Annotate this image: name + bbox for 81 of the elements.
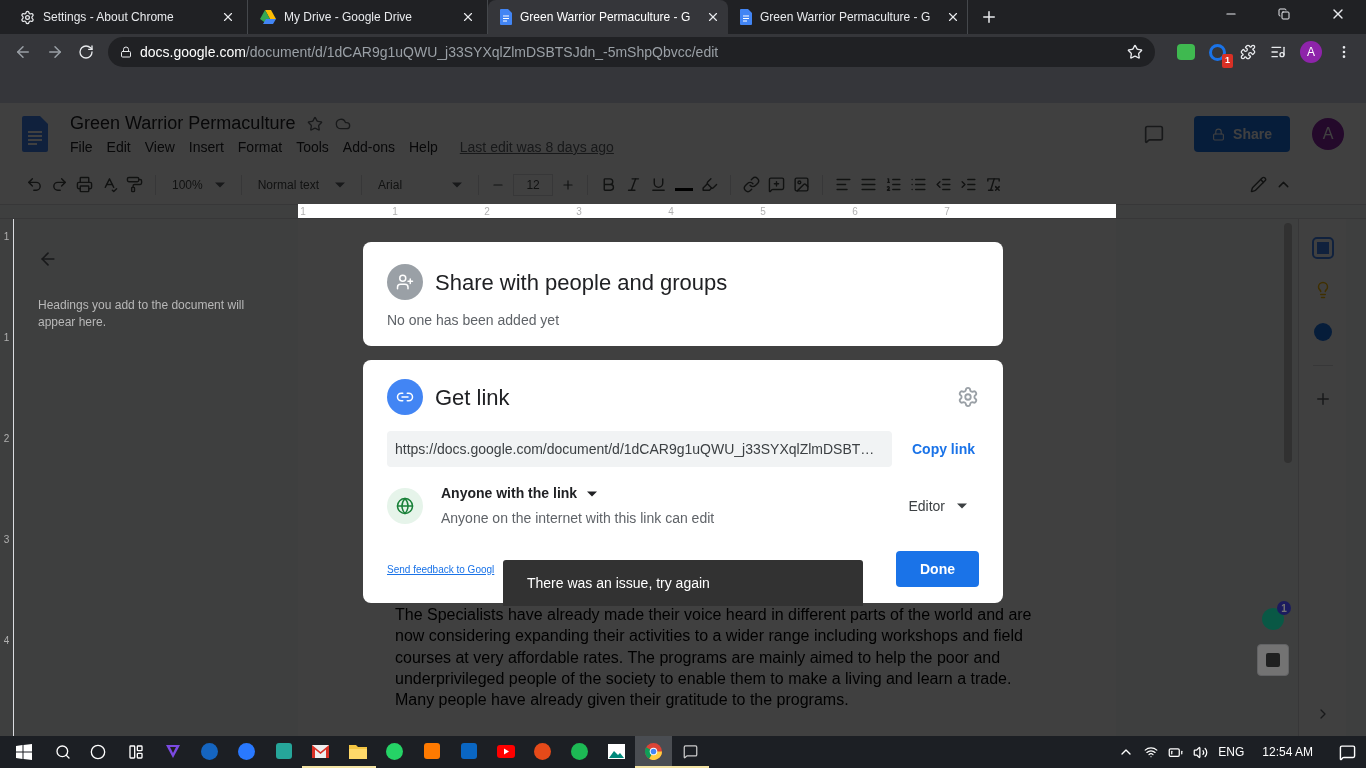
access-description: Anyone on the internet with this link can edit: [441, 509, 716, 528]
close-icon[interactable]: [461, 10, 475, 24]
ruler-number: 2: [3, 432, 10, 446]
ruler-number: 6: [851, 204, 859, 219]
outline-hint: Headings you add to the document will appear here.: [38, 297, 246, 331]
forward-icon[interactable]: [46, 43, 64, 61]
bookmark-star-icon[interactable]: [1127, 44, 1143, 60]
clock[interactable]: 12:54 AM: [1262, 743, 1313, 761]
browser-tab[interactable]: Green Warrior Permaculture - G: [488, 0, 728, 34]
ruler-number: 1: [299, 204, 307, 219]
ruler-number: 3: [575, 204, 583, 219]
wifi-icon[interactable]: [1144, 745, 1159, 759]
ruler-number: 1: [391, 204, 399, 219]
globe-icon: [387, 488, 423, 524]
tab-title: Settings - About Chrome: [43, 9, 174, 26]
drive-icon: [260, 10, 276, 24]
mail-icon: [312, 744, 329, 758]
chat-icon: [683, 743, 698, 759]
play-icon: [496, 744, 515, 758]
document-icon: [500, 9, 512, 25]
access-dropdown[interactable]: Anyone with the link: [441, 483, 598, 504]
ruler-number: 1: [3, 230, 10, 244]
extensions-icon[interactable]: [1240, 44, 1256, 60]
copy-link-button[interactable]: Copy link: [908, 438, 979, 460]
explore-button[interactable]: [1257, 644, 1289, 676]
reload-icon[interactable]: [78, 44, 94, 60]
tab-title: Green Warrior Permaculture - G: [520, 9, 691, 26]
toast-message: There was an issue, try again: [527, 573, 710, 593]
caret-icon: [587, 490, 598, 497]
app-icon: [201, 742, 218, 760]
lock-icon: [120, 46, 132, 58]
cortana-icon[interactable]: [90, 744, 106, 760]
link-title: Get link: [435, 383, 511, 412]
app-icon: [571, 742, 588, 760]
ruler-number: 2: [483, 204, 491, 219]
link-url-field[interactable]: https://docs.google.com/document/d/1dCAR9g1uQWU_j33SYXqlZlmDSBT…: [387, 431, 892, 467]
profile-avatar[interactable]: A: [1300, 41, 1322, 63]
gear-icon: [20, 9, 35, 25]
ruler-number: 7: [943, 204, 951, 219]
tab-title: Green Warrior Permaculture - G: [760, 9, 931, 26]
close-icon[interactable]: [221, 10, 235, 24]
url-text: docs.google.com/document/d/1dCAR9g1uQWU_j33SYXqlZlmDSBTSJdn_-5mShpQbvcc/edit: [140, 42, 720, 62]
app-icon: [460, 743, 477, 759]
media-icon[interactable]: [1270, 44, 1286, 60]
app-icon: [275, 743, 292, 759]
ruler-number: 4: [667, 204, 675, 219]
app-icon: [423, 743, 440, 759]
address-bar[interactable]: docs.google.com/document/d/1dCAR9g1uQWU_j33SYXqlZlmDSBTSJdn_-5mShpQbvcc/edit: [108, 37, 1155, 67]
document-icon: [740, 9, 752, 25]
link-icon: [387, 379, 423, 415]
document-paragraph: The Specialists have already made their voice heard in different parts of the world and are now considering expanding their activities to a wider range including workshops and field courses at very affordable rates. The programs are mainly aimed to help the poor and underprivileged people of the society to enable them to make a living and learn a trade. Many people have already given their gratitude to the programs.: [395, 605, 1033, 711]
volume-icon[interactable]: [1193, 744, 1209, 760]
image-icon: [608, 743, 625, 759]
ruler-number: 4: [3, 634, 10, 648]
chrome-icon: [645, 742, 662, 760]
notifications-icon[interactable]: [1339, 743, 1356, 761]
share-title: Share with people and groups: [435, 268, 728, 297]
restore-icon[interactable]: [1278, 8, 1290, 20]
caret-icon: [957, 503, 967, 509]
task-view-icon[interactable]: [128, 744, 144, 760]
role-dropdown[interactable]: Editor: [908, 495, 967, 517]
feedback-link[interactable]: Send feedback to Googl: [387, 561, 495, 577]
ruler-number: 3: [3, 533, 10, 547]
tab-title: My Drive - Google Drive: [284, 9, 413, 26]
settings-icon[interactable]: [957, 386, 979, 408]
folder-icon: [348, 743, 367, 759]
app-icon: [534, 742, 551, 760]
notification-badge: 1: [1222, 54, 1233, 68]
new-tab-icon[interactable]: [980, 8, 998, 26]
ruler-number: 5: [759, 204, 767, 219]
search-icon[interactable]: [55, 744, 71, 760]
app-icon: [238, 742, 255, 760]
taskbar-app[interactable]: [635, 736, 672, 768]
done-button[interactable]: Done: [896, 551, 979, 587]
language-indicator[interactable]: ENG: [1218, 743, 1245, 761]
menu-item[interactable]: Help: [409, 137, 438, 158]
ruler-number: 1: [3, 331, 10, 345]
back-icon[interactable]: [14, 43, 32, 61]
add-person-icon: [387, 264, 423, 300]
shield-icon: [164, 743, 181, 759]
share-subtitle: No one has been added yet: [387, 311, 561, 330]
